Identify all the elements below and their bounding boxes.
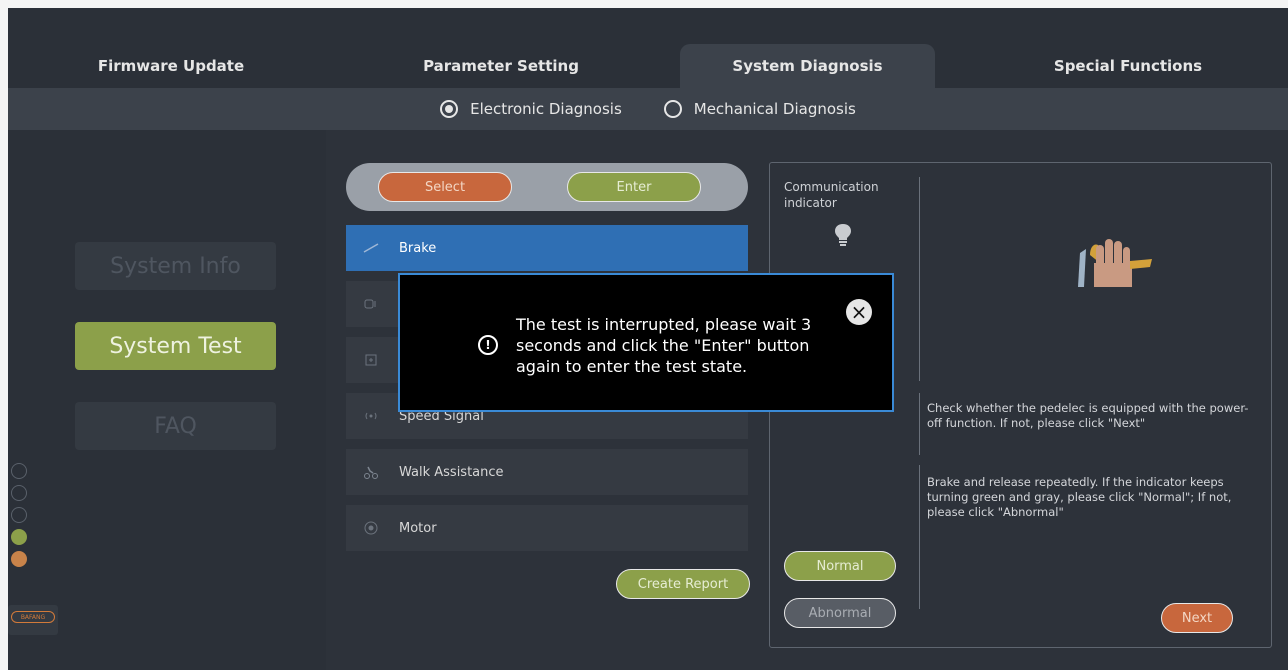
test-item-motor[interactable]: Motor: [346, 505, 748, 551]
display-icon: [363, 354, 379, 366]
radio-electronic-diagnosis[interactable]: Electronic Diagnosis: [440, 100, 622, 118]
communication-indicator-label: Communication indicator: [784, 180, 879, 210]
instruction-power-off: Check whether the pedelec is equipped wi…: [927, 401, 1249, 430]
close-icon[interactable]: ×: [846, 299, 872, 325]
radio-checked-icon: [440, 100, 459, 118]
sidebar-item-faq[interactable]: FAQ: [75, 402, 276, 450]
walk-assistance-icon: [363, 466, 379, 479]
sidebar: System Info System Test FAQ BAFANG: [8, 130, 326, 670]
app-window: Firmware Update Parameter Setting System…: [8, 8, 1288, 670]
help-icon[interactable]: [11, 485, 27, 501]
tab-firmware-update[interactable]: Firmware Update: [8, 44, 334, 88]
user-icon[interactable]: [11, 529, 27, 545]
test-item-label: Motor: [399, 520, 437, 536]
panel-divider: [919, 177, 920, 381]
language-icon[interactable]: [11, 551, 27, 567]
next-button[interactable]: Next: [1161, 603, 1233, 633]
sidebar-item-system-info[interactable]: System Info: [75, 242, 276, 290]
throttle-icon: [363, 298, 379, 310]
select-enter-bar: Select Enter: [346, 163, 748, 211]
panel-divider: [919, 465, 920, 609]
tab-system-diagnosis[interactable]: System Diagnosis: [680, 44, 935, 88]
panel-divider: [919, 393, 920, 455]
test-item-label: Walk Assistance: [399, 464, 504, 480]
test-item-walk-assistance[interactable]: Walk Assistance: [346, 449, 748, 495]
brake-icon: [363, 242, 379, 254]
diagnosis-mode-bar: Electronic Diagnosis Mechanical Diagnosi…: [8, 88, 1288, 130]
radio-label: Mechanical Diagnosis: [693, 100, 856, 118]
settings-icon[interactable]: [11, 463, 27, 479]
speed-signal-icon: [363, 410, 379, 422]
test-item-label: Brake: [399, 240, 437, 256]
lightbulb-icon: [835, 224, 851, 246]
brand-logo-box: BAFANG: [8, 605, 58, 635]
sidebar-item-system-test[interactable]: System Test: [75, 322, 276, 370]
brake-hand-icon: [1078, 239, 1152, 287]
tab-special-functions[interactable]: Special Functions: [968, 44, 1288, 88]
power-icon[interactable]: [11, 507, 27, 523]
test-item-brake[interactable]: Brake: [346, 225, 748, 271]
radio-label: Electronic Diagnosis: [470, 100, 622, 118]
top-tab-bar: Firmware Update Parameter Setting System…: [8, 8, 1288, 88]
dialog-message: The test is interrupted, please wait 3 s…: [516, 315, 812, 376]
brand-logo: BAFANG: [11, 611, 55, 623]
create-report-button[interactable]: Create Report: [616, 569, 750, 599]
abnormal-button[interactable]: Abnormal: [784, 598, 896, 628]
tab-parameter-setting[interactable]: Parameter Setting: [334, 44, 668, 88]
motor-icon: [363, 521, 379, 535]
select-button[interactable]: Select: [378, 172, 512, 202]
interruption-dialog: ! The test is interrupted, please wait 3…: [398, 273, 894, 412]
enter-button[interactable]: Enter: [567, 172, 701, 202]
info-icon: !: [478, 335, 498, 355]
radio-unchecked-icon: [663, 100, 682, 118]
radio-mechanical-diagnosis[interactable]: Mechanical Diagnosis: [663, 100, 856, 118]
normal-button[interactable]: Normal: [784, 551, 896, 581]
instruction-brake-test: Brake and release repeatedly. If the ind…: [927, 475, 1232, 519]
